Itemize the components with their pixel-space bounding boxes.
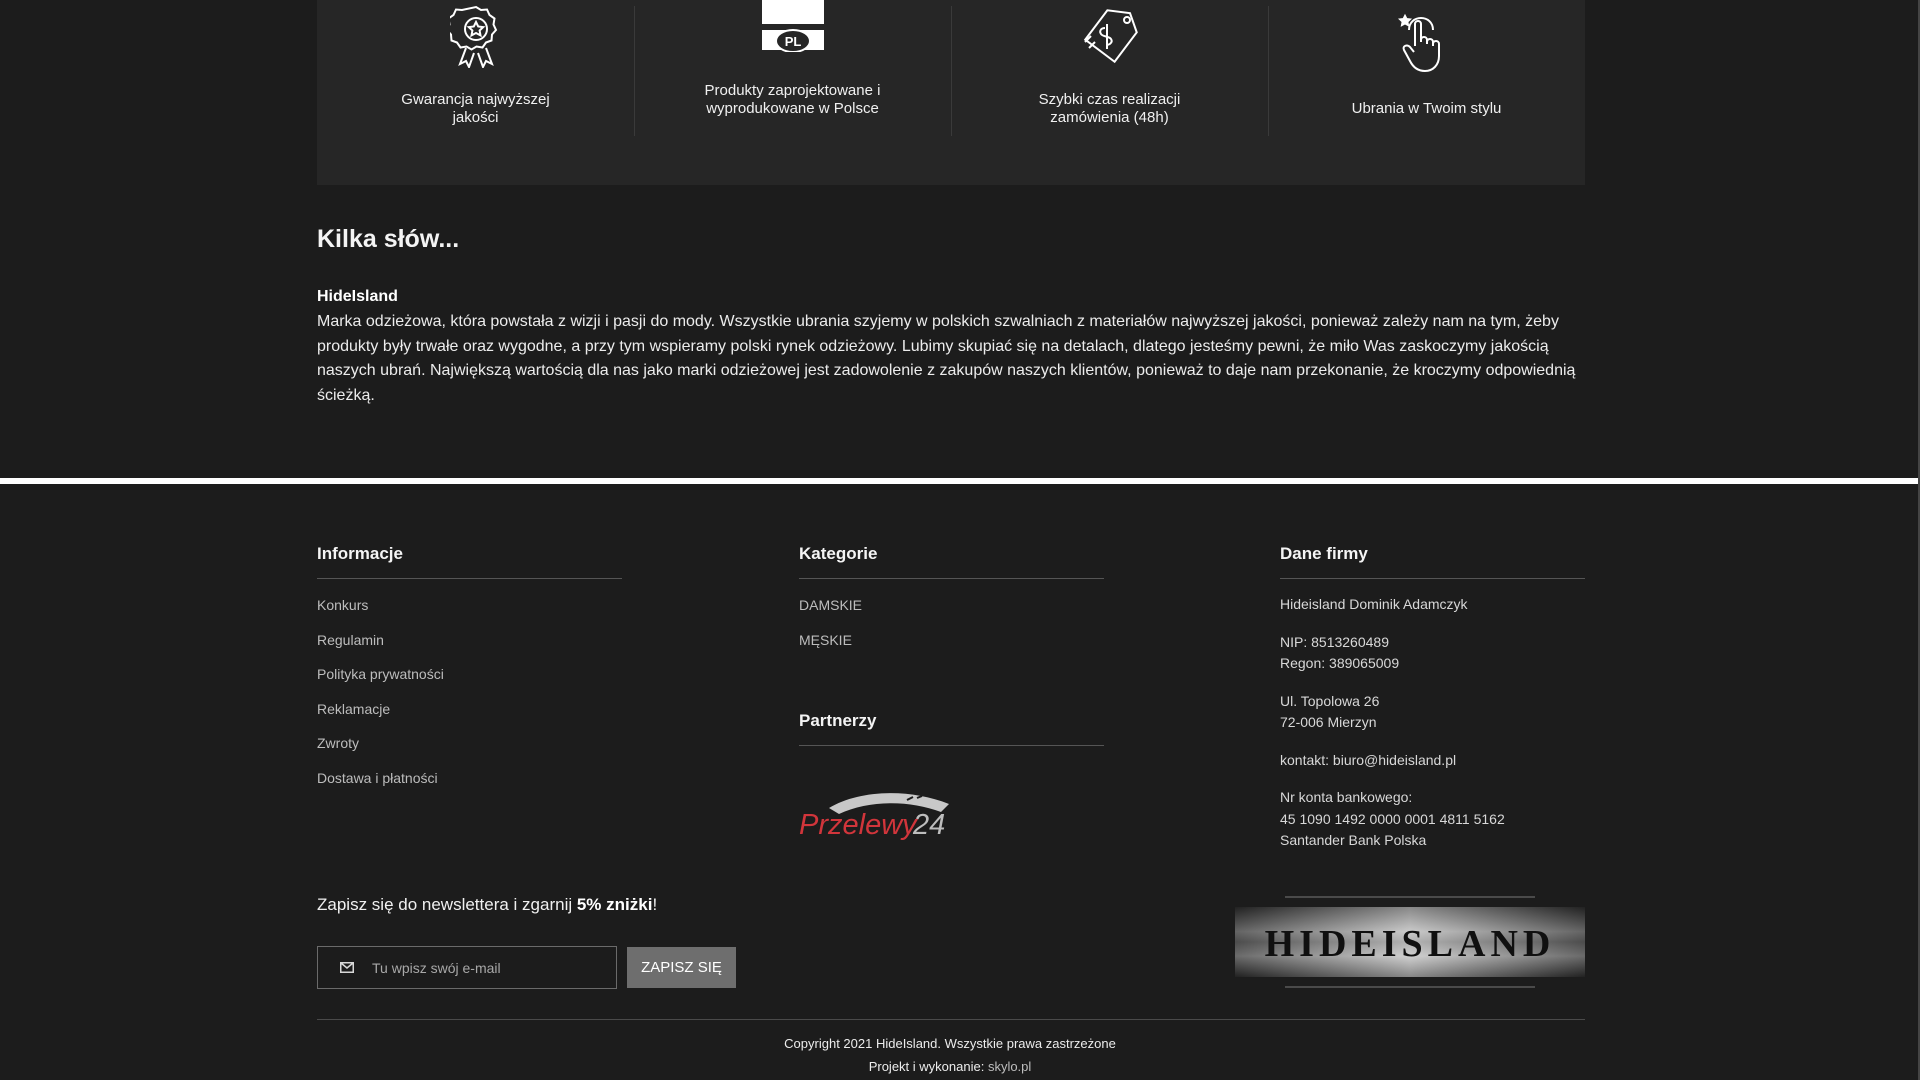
about-text: Marka odzieżowa, która powstała z wizji … (317, 313, 1576, 404)
newsletter-title: Zapisz się do newslettera i zgarnij 5% z… (317, 895, 657, 915)
company-bank-label: Nr konta bankowego: (1280, 789, 1413, 805)
section-divider (0, 478, 1920, 484)
newsletter-email-field[interactable] (317, 946, 617, 989)
footer-link-men[interactable]: MĘSKIE (799, 632, 852, 648)
price-tag-icon (1077, 6, 1143, 69)
newsletter-title-suffix: ! (652, 895, 658, 914)
footer-link-complaints[interactable]: Reklamacje (317, 701, 390, 717)
footer-link-women[interactable]: DAMSKIE (799, 597, 862, 613)
newsletter-email-input[interactable] (372, 959, 592, 976)
przelewy24-text: Przelewy (799, 809, 918, 841)
about-brand: HideIsland (317, 288, 398, 305)
features-strip: Gwarancja najwyższej jakości PL Produkty… (317, 0, 1585, 185)
company-details: Hideisland Dominik Adamczyk NIP: 8513260… (1280, 594, 1585, 852)
company-contact[interactable]: kontakt: biuro@hideisland.pl (1280, 752, 1456, 768)
przelewy24-logo[interactable]: Przelewy 24 (799, 786, 955, 849)
footer-link-regulamin[interactable]: Regulamin (317, 632, 384, 648)
footer-info-title: Informacje (317, 544, 622, 579)
pl-flag-label: PL (784, 34, 801, 49)
award-badge-icon (445, 4, 502, 73)
footer-divider (317, 1019, 1585, 1020)
company-bank-name: Santander Bank Polska (1280, 832, 1427, 848)
footer-partners-title: Partnerzy (799, 711, 1104, 746)
przelewy24-number: 24 (912, 809, 945, 841)
credits-label: Projekt i wykonanie: (868, 1059, 988, 1074)
footer-link-privacy[interactable]: Polityka prywatności (317, 666, 444, 682)
hand-pointer-icon (1397, 12, 1457, 81)
company-street: Ul. Topolowa 26 (1280, 692, 1380, 709)
feature-style-text: Ubrania w Twoim stylu (1351, 100, 1502, 117)
feature-poland-text: Produkty zaprojektowane i wyprodukowane … (704, 82, 881, 117)
company-nip: NIP: 8513260489 (1280, 633, 1389, 650)
footer-categories-links: DAMSKIE MĘSKIE (799, 595, 1104, 664)
company-city: 72-006 Mierzyn (1280, 714, 1377, 730)
footer-categories-title: Kategorie (799, 544, 1104, 579)
credits: Projekt i wykonanie: skylo.pl (0, 1059, 1900, 1074)
company-name: Hideisland Dominik Adamczyk (1280, 596, 1468, 612)
footer-company-column: Dane firmy Hideisland Dominik Adamczyk N… (1280, 544, 1585, 868)
hideisland-logo-text: HIDEISLAND (1265, 923, 1556, 965)
feature-quality: Gwarancja najwyższej jakości (317, 0, 634, 185)
about-title: Kilka słów... (317, 225, 460, 253)
hideisland-logo[interactable]: HIDEISLAND (1235, 895, 1585, 990)
newsletter-discount: 5% zniżki (576, 895, 653, 914)
company-regon: Regon: 389065009 (1280, 655, 1400, 671)
footer-categories-column: Kategorie DAMSKIE MĘSKIE (799, 544, 1104, 664)
feature-fast-delivery: Szybki czas realizacji zamówienia (48h) (951, 0, 1268, 185)
pl-flag-icon: PL (761, 0, 824, 57)
newsletter-title-prefix: Zapisz się do newslettera i zgarnij (317, 895, 577, 914)
copyright-text: Copyright 2021 HideIsland. Wszystkie pra… (784, 1036, 1116, 1051)
footer-link-konkurs[interactable]: Konkurs (317, 597, 368, 613)
footer-link-delivery[interactable]: Dostawa i płatności (317, 770, 438, 786)
footer-link-returns[interactable]: Zwroty (317, 735, 359, 751)
newsletter-subscribe-button[interactable]: ZAPISZ SIĘ (627, 947, 736, 988)
feature-poland: PL Produkty zaprojektowane i wyprodukowa… (634, 0, 951, 185)
credits-link[interactable]: skylo.pl (988, 1059, 1031, 1074)
company-bank-number: 45 1090 1492 0000 0001 4811 5162 (1280, 810, 1505, 827)
feature-quality-text: Gwarancja najwyższej jakości (401, 91, 550, 126)
footer-company-title: Dane firmy (1280, 544, 1585, 579)
footer-info-column: Informacje Konkurs Regulamin Polityka pr… (317, 544, 622, 803)
footer-partners: Partnerzy Przelewy 24 (799, 711, 1104, 841)
mail-icon (340, 962, 354, 973)
footer-info-links: Konkurs Regulamin Polityka prywatności R… (317, 595, 622, 803)
feature-style: Ubrania w Twoim stylu (1268, 0, 1585, 185)
feature-fast-delivery-text: Szybki czas realizacji zamówienia (48h) (1038, 91, 1181, 126)
